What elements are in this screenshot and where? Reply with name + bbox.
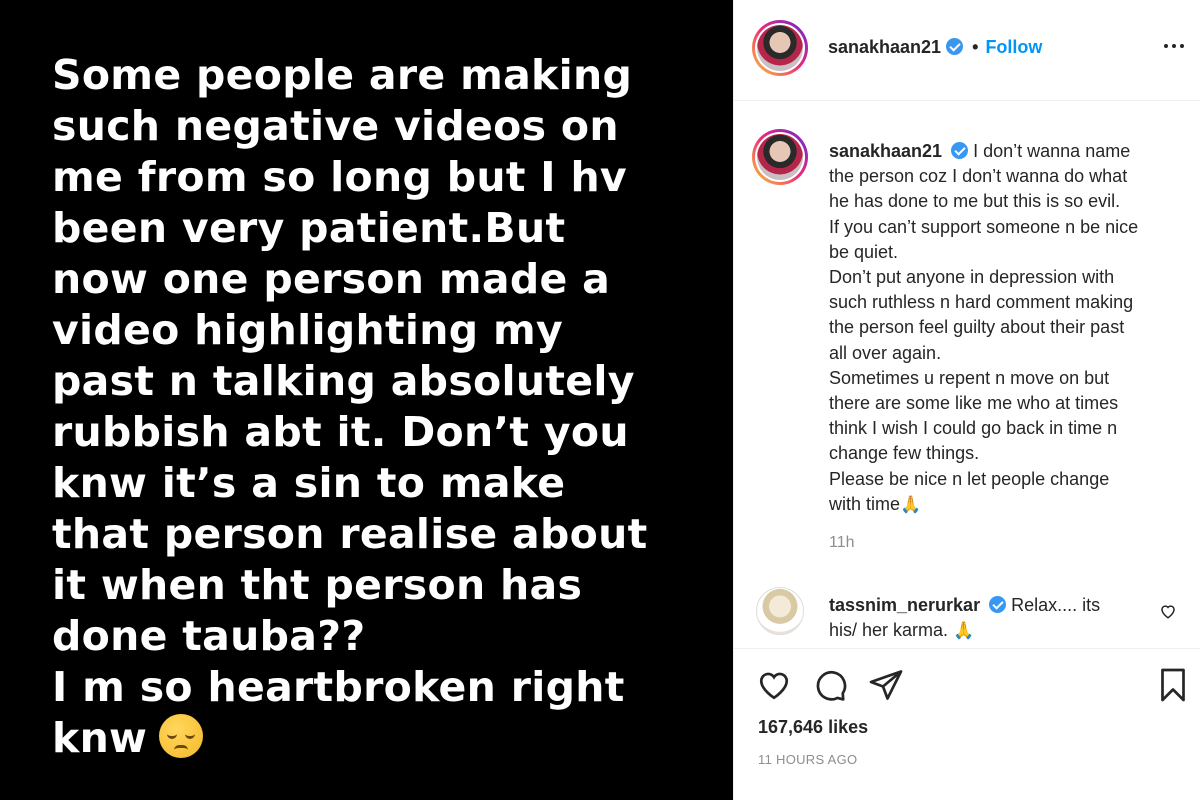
- caption-first-line: sanakhaan21 I don’t wanna name: [829, 139, 1189, 164]
- post-timestamp[interactable]: 11 HOURS AGO: [758, 752, 857, 767]
- story-line: it when tht person has: [52, 561, 583, 609]
- comment-item: tassnim_nerurkar Relax.... its his/ her …: [734, 585, 1200, 647]
- comment-bubble-icon[interactable]: [812, 667, 848, 708]
- commenter-username[interactable]: tassnim_nerurkar: [829, 595, 980, 615]
- caption-line: I don’t wanna name: [973, 141, 1131, 161]
- like-heart-icon[interactable]: [756, 667, 792, 708]
- instagram-post: Some people are making such negative vid…: [0, 0, 1200, 800]
- verified-badge-icon: [951, 142, 969, 159]
- caption-last-line: with time🙏: [829, 492, 1189, 517]
- post-image: Some people are making such negative vid…: [0, 0, 733, 800]
- story-line: me from so long but I hv: [52, 153, 627, 201]
- caption-line: Please be nice n let people change: [829, 468, 1110, 489]
- caption-line: be quiet.: [829, 241, 899, 262]
- caption-timestamp[interactable]: 11h: [829, 534, 855, 552]
- story-line: been very patient.But: [52, 204, 566, 252]
- post-caption: sanakhaan21 I don’t wanna name the perso…: [734, 101, 1200, 566]
- commenter-avatar[interactable]: [756, 587, 804, 635]
- pensive-face-icon: [159, 714, 204, 758]
- caption-line: think I wish I could go back in time n: [829, 418, 1118, 439]
- verified-badge-icon: [946, 38, 964, 55]
- story-line-last: knw: [52, 713, 702, 764]
- story-line: that person realise about: [52, 510, 648, 558]
- more-options-icon[interactable]: [1164, 44, 1184, 48]
- share-paper-plane-icon[interactable]: [868, 667, 904, 708]
- caption-line: with time: [829, 493, 901, 514]
- story-line: Some people are making: [52, 51, 633, 99]
- story-line: such negative videos on: [52, 102, 619, 150]
- caption-line: all over again.: [829, 342, 942, 363]
- post-actions: 167,646 likes 11 HOURS AGO: [734, 648, 1200, 800]
- story-line: rubbish abt it. Don’t you: [52, 408, 629, 456]
- caption-line: If you can’t support someone n be nice: [829, 216, 1139, 237]
- caption-username[interactable]: sanakhaan21: [829, 141, 942, 161]
- verified-badge-icon: [989, 596, 1007, 613]
- story-line: I m so heartbroken right: [52, 663, 625, 711]
- separator-dot: •: [972, 37, 979, 57]
- caption-line: Sometimes u repent n move on but: [829, 367, 1110, 388]
- caption-line: change few things.: [829, 443, 980, 464]
- comment-text: tassnim_nerurkar Relax.... its his/ her …: [829, 593, 1149, 643]
- story-line: done tauba??: [52, 612, 366, 660]
- post-image-text: Some people are making such negative vid…: [52, 50, 702, 764]
- action-icons-row: [756, 667, 904, 708]
- caption-line: Don’t put anyone in depression with: [829, 267, 1115, 288]
- save-bookmark-icon[interactable]: [1155, 667, 1191, 708]
- folded-hands-icon: 🙏: [900, 494, 922, 514]
- caption-line: there are some like me who at times: [829, 393, 1119, 414]
- comment-body: Relax.... its: [1011, 595, 1101, 615]
- story-line: knw it’s a sin to make: [52, 459, 566, 507]
- author-name-row: sanakhaan21 • Follow: [828, 37, 1042, 58]
- caption-line: such ruthless n hard comment making: [829, 292, 1134, 313]
- story-line: now one person made a: [52, 255, 611, 303]
- folded-hands-icon: 🙏: [953, 621, 975, 640]
- caption-line: he has done to me but this is so evil.: [829, 191, 1121, 212]
- author-username[interactable]: sanakhaan21: [828, 37, 941, 57]
- caption-avatar[interactable]: [752, 129, 808, 185]
- caption-line: the person coz I don’t wanna do what: [829, 166, 1128, 187]
- likes-count[interactable]: 167,646 likes: [758, 717, 868, 738]
- author-avatar[interactable]: [752, 20, 808, 76]
- follow-button[interactable]: Follow: [985, 37, 1042, 57]
- comment-body: his/ her karma.: [829, 620, 949, 640]
- story-line: video highlighting my: [52, 306, 564, 354]
- story-line-text: knw: [52, 714, 148, 762]
- post-header: sanakhaan21 • Follow: [734, 0, 1200, 101]
- post-sidebar: sanakhaan21 • Follow sanakhaan21 I don’t…: [733, 0, 1200, 800]
- caption-text: sanakhaan21 I don’t wanna name the perso…: [829, 139, 1189, 517]
- caption-line: the person feel guilty about their past: [829, 317, 1125, 338]
- like-comment-heart-icon[interactable]: [1159, 602, 1177, 625]
- story-line: past n talking absolutely: [52, 357, 635, 405]
